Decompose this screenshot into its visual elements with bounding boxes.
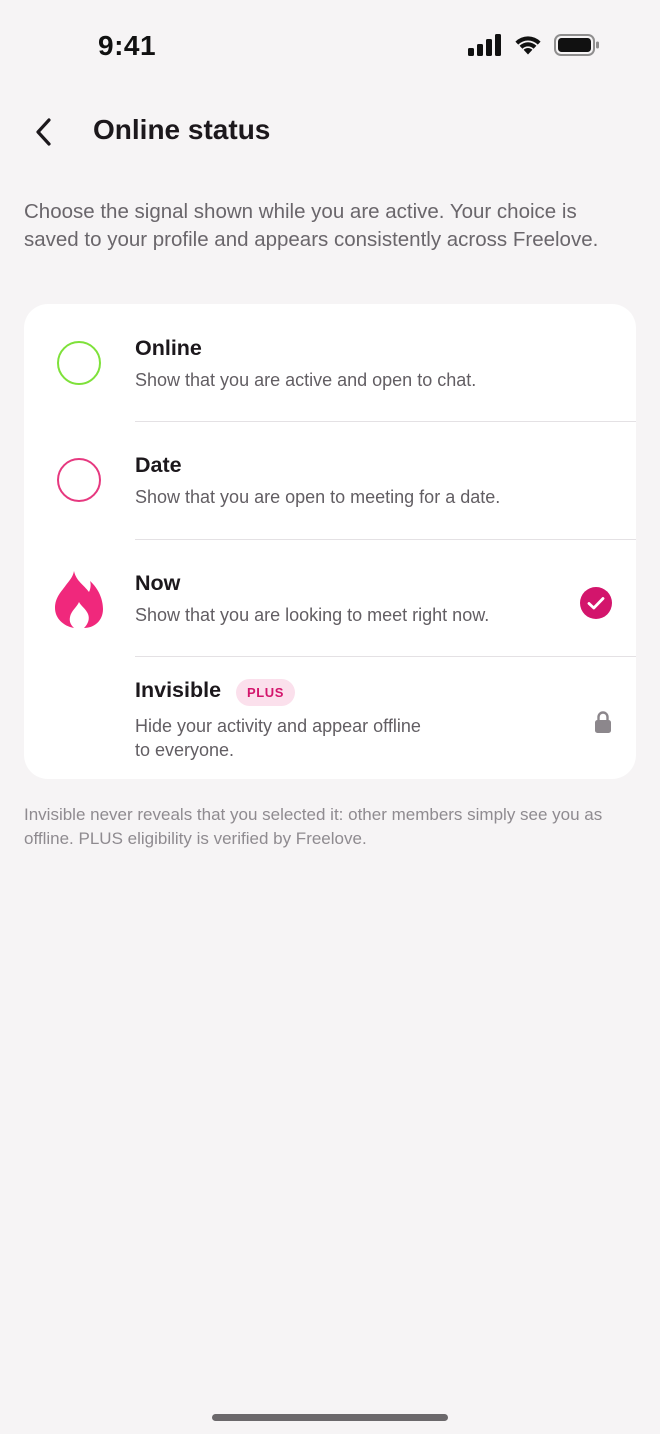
- chevron-left-icon: [36, 118, 51, 146]
- flame-icon: [54, 569, 104, 629]
- green-ring-icon: [54, 338, 104, 388]
- status-time: 9:41: [98, 30, 157, 61]
- option-invisible-label: Invisible: [135, 678, 222, 702]
- intro-text: Choose the signal shown while you are ac…: [24, 200, 599, 251]
- footnote-text: Invisible never reveals that you selecte…: [24, 805, 603, 848]
- option-now-label: Now: [135, 571, 181, 595]
- pink-ring-icon: [54, 455, 104, 505]
- option-invisible-description-line2: to everyone.: [135, 740, 235, 760]
- status-icons: [468, 34, 600, 56]
- page-title: Online status: [93, 114, 271, 145]
- header: Online status: [0, 104, 660, 160]
- option-date-description: Show that you are open to meeting for a …: [135, 487, 501, 507]
- option-date-label: Date: [135, 453, 182, 477]
- option-online[interactable]: Online Show that you are active and open…: [24, 304, 636, 421]
- option-now-description: Show that you are looking to meet right …: [135, 605, 490, 625]
- screen: 9:41 Online status Choose the signal sho…: [0, 0, 660, 1434]
- option-invisible[interactable]: Invisible PLUS Hide your activity and ap…: [24, 657, 636, 779]
- selected-check-icon: [580, 587, 612, 619]
- option-invisible-description-line1: Hide your activity and appear offline: [135, 716, 421, 736]
- option-online-label: Online: [135, 336, 202, 360]
- plus-badge: PLUS: [236, 679, 296, 706]
- status-options-card: Online Show that you are active and open…: [24, 304, 636, 779]
- status-bar: 9:41: [0, 0, 660, 96]
- wifi-icon: [515, 36, 541, 55]
- signal-icon: [468, 34, 501, 56]
- back-button[interactable]: [22, 110, 66, 154]
- battery-icon: [554, 34, 599, 56]
- option-now[interactable]: Now Show that you are looking to meet ri…: [24, 540, 636, 657]
- option-online-description: Show that you are active and open to cha…: [135, 370, 477, 390]
- option-date[interactable]: Date Show that you are open to meeting f…: [24, 422, 636, 539]
- lock-icon: [595, 711, 611, 733]
- home-indicator: [212, 1414, 448, 1421]
